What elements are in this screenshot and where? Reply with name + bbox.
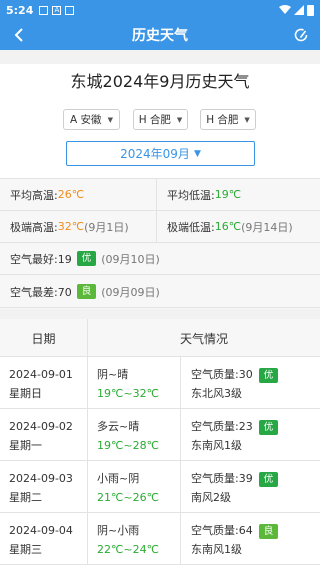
max-high-value: 32℃ [57, 220, 85, 233]
row-air-cell: 空气质量:64 良 东南风1级 [181, 513, 320, 565]
battery-icon [307, 4, 314, 16]
row-weekday: 星期日 [9, 387, 42, 400]
avg-low-value: 19℃ [214, 188, 242, 201]
row-air-badge: 优 [258, 472, 279, 487]
table-row[interactable]: 2024-09-04 星期三 阴~小雨 22℃~24℃ 空气质量:64 良 东南风… [0, 513, 320, 565]
a-icon: A [52, 5, 62, 15]
row-air-badge: 优 [258, 368, 279, 383]
stats-row-best-air: 空气最好:19 优 (09月10日) [0, 243, 320, 275]
table-header: 日期 天气情况 [0, 319, 320, 357]
row-weather: 小雨~阴 [97, 472, 140, 485]
status-bar: 5:24 A [0, 0, 320, 20]
row-air-cell: 空气质量:30 优 东北风3级 [181, 357, 320, 409]
table-row[interactable]: 2024-09-02 星期一 多云~晴 19℃~28℃ 空气质量:23 优 东南风… [0, 409, 320, 461]
stats-row-avg: 平均高温: 26℃ 平均低温: 19℃ [0, 179, 320, 211]
back-button[interactable] [6, 22, 32, 48]
daily-weather-table: 日期 天气情况 2024-09-01 星期日 阴~晴 19℃~32℃ 空气质量:… [0, 319, 320, 569]
wifi-icon [279, 5, 291, 14]
row-date-cell: 2024-09-01 星期日 [0, 357, 88, 409]
city-select-value: H 合肥 [138, 114, 171, 126]
chevron-down-icon: ▼ [107, 115, 113, 124]
row-date: 2024-09-04 [9, 524, 73, 537]
monthly-stats: 平均高温: 26℃ 平均低温: 19℃ 极端高温: 32℃ (9月1日) 极端低温: 16… [0, 178, 320, 309]
row-date-cell: 2024-09-03 星期二 [0, 461, 88, 513]
row-air-quality: 空气质量:39 [191, 472, 253, 485]
row-weather-cell: 小雨~阴 21℃~26℃ [88, 461, 181, 513]
row-date-cell: 2024-09-04 星期三 [0, 513, 88, 565]
column-header-weather: 天气情况 [179, 331, 228, 346]
location-selectors: A 安徽 ▼ H 合肥 ▼ H 合肥 ▼ [0, 109, 320, 131]
row-temp: 19℃~28℃ [97, 439, 159, 452]
section-spacer [0, 309, 320, 319]
photo-icon [65, 5, 75, 15]
row-weekday: 星期一 [9, 439, 42, 452]
month-select-value: 2024年09月 [120, 147, 190, 161]
row-temp: 22℃~24℃ [97, 543, 159, 556]
district-select-value: H 合肥 [206, 114, 239, 126]
back-arrow-icon [14, 28, 23, 42]
best-air-label: 空气最好:19 [10, 252, 72, 266]
row-air-cell: 空气质量:23 优 东南风1级 [181, 409, 320, 461]
row-air-badge: 良 [258, 524, 279, 539]
image-icon [39, 5, 49, 15]
max-high-label: 极端高温: [10, 220, 58, 234]
row-date: 2024-09-02 [9, 420, 73, 433]
worst-air-date: (09月09日) [101, 285, 160, 299]
best-air-date: (09月10日) [101, 252, 160, 266]
row-weather-cell: 阴~晴 19℃~32℃ [88, 357, 181, 409]
row-weather: 多云~晴 [97, 420, 140, 433]
row-air-quality: 空气质量:30 [191, 368, 253, 381]
avg-high-label: 平均高温: [10, 188, 58, 202]
row-date: 2024-09-01 [9, 368, 73, 381]
row-weather-cell: 阴~小雨 22℃~24℃ [88, 513, 181, 565]
province-select-value: A 安徽 [70, 114, 102, 126]
max-high-date: (9月1日) [84, 220, 129, 234]
month-select[interactable]: 2024年09月 ▼ [66, 141, 255, 166]
signal-icon [294, 5, 304, 15]
row-air-quality: 空气质量:23 [191, 420, 253, 433]
row-wind: 东南风1级 [191, 543, 242, 556]
row-weather: 阴~小雨 [97, 524, 140, 537]
row-air-badge: 优 [258, 420, 279, 435]
app-bar: 历史天气 [0, 20, 320, 50]
min-low-label: 极端低温: [167, 220, 215, 234]
avg-high-value: 26℃ [57, 188, 85, 201]
min-low-value: 16℃ [214, 220, 242, 233]
history-headline: 东城2024年9月历史天气 [70, 72, 250, 91]
province-select[interactable]: A 安徽 ▼ [63, 109, 120, 130]
table-row[interactable]: 2024-09-01 星期日 阴~晴 19℃~32℃ 空气质量:30 优 东北风3… [0, 357, 320, 409]
status-time: 5:24 [6, 3, 34, 17]
refresh-button[interactable] [288, 22, 314, 48]
refresh-icon [294, 28, 308, 42]
row-air-quality: 空气质量:64 [191, 524, 253, 537]
min-low-date: (9月14日) [241, 220, 293, 234]
worst-air-label: 空气最差:70 [10, 285, 72, 299]
row-wind: 南风2级 [191, 491, 231, 504]
row-wind: 东北风3级 [191, 387, 242, 400]
row-temp: 21℃~26℃ [97, 491, 159, 504]
row-date-cell: 2024-09-02 星期一 [0, 409, 88, 461]
row-weekday: 星期三 [9, 543, 42, 556]
row-weather-cell: 多云~晴 19℃~28℃ [88, 409, 181, 461]
avg-low-label: 平均低温: [167, 188, 215, 202]
row-temp: 19℃~32℃ [97, 387, 159, 400]
chevron-down-icon: ▼ [244, 115, 250, 124]
district-select[interactable]: H 合肥 ▼ [200, 109, 256, 130]
page-title: 历史天气 [132, 28, 188, 44]
stats-row-worst-air: 空气最差:70 良 (09月09日) [0, 276, 320, 308]
row-weather: 阴~晴 [97, 368, 129, 381]
worst-air-badge: 良 [76, 284, 97, 299]
row-date: 2024-09-03 [9, 472, 73, 485]
header-spacer [0, 50, 320, 64]
stats-row-extreme: 极端高温: 32℃ (9月1日) 极端低温: 16℃ (9月14日) [0, 211, 320, 243]
row-air-cell: 空气质量:39 优 南风2级 [181, 461, 320, 513]
row-wind: 东南风1级 [191, 439, 242, 452]
best-air-badge: 优 [76, 251, 97, 266]
triangle-down-icon: ▼ [193, 148, 201, 159]
chevron-down-icon: ▼ [176, 115, 183, 124]
city-select[interactable]: H 合肥 ▼ [133, 109, 188, 130]
table-row[interactable]: 2024-09-03 星期二 小雨~阴 21℃~26℃ 空气质量:39 优 南风2… [0, 461, 320, 513]
row-weekday: 星期二 [9, 491, 42, 504]
column-header-date: 日期 [0, 319, 88, 357]
